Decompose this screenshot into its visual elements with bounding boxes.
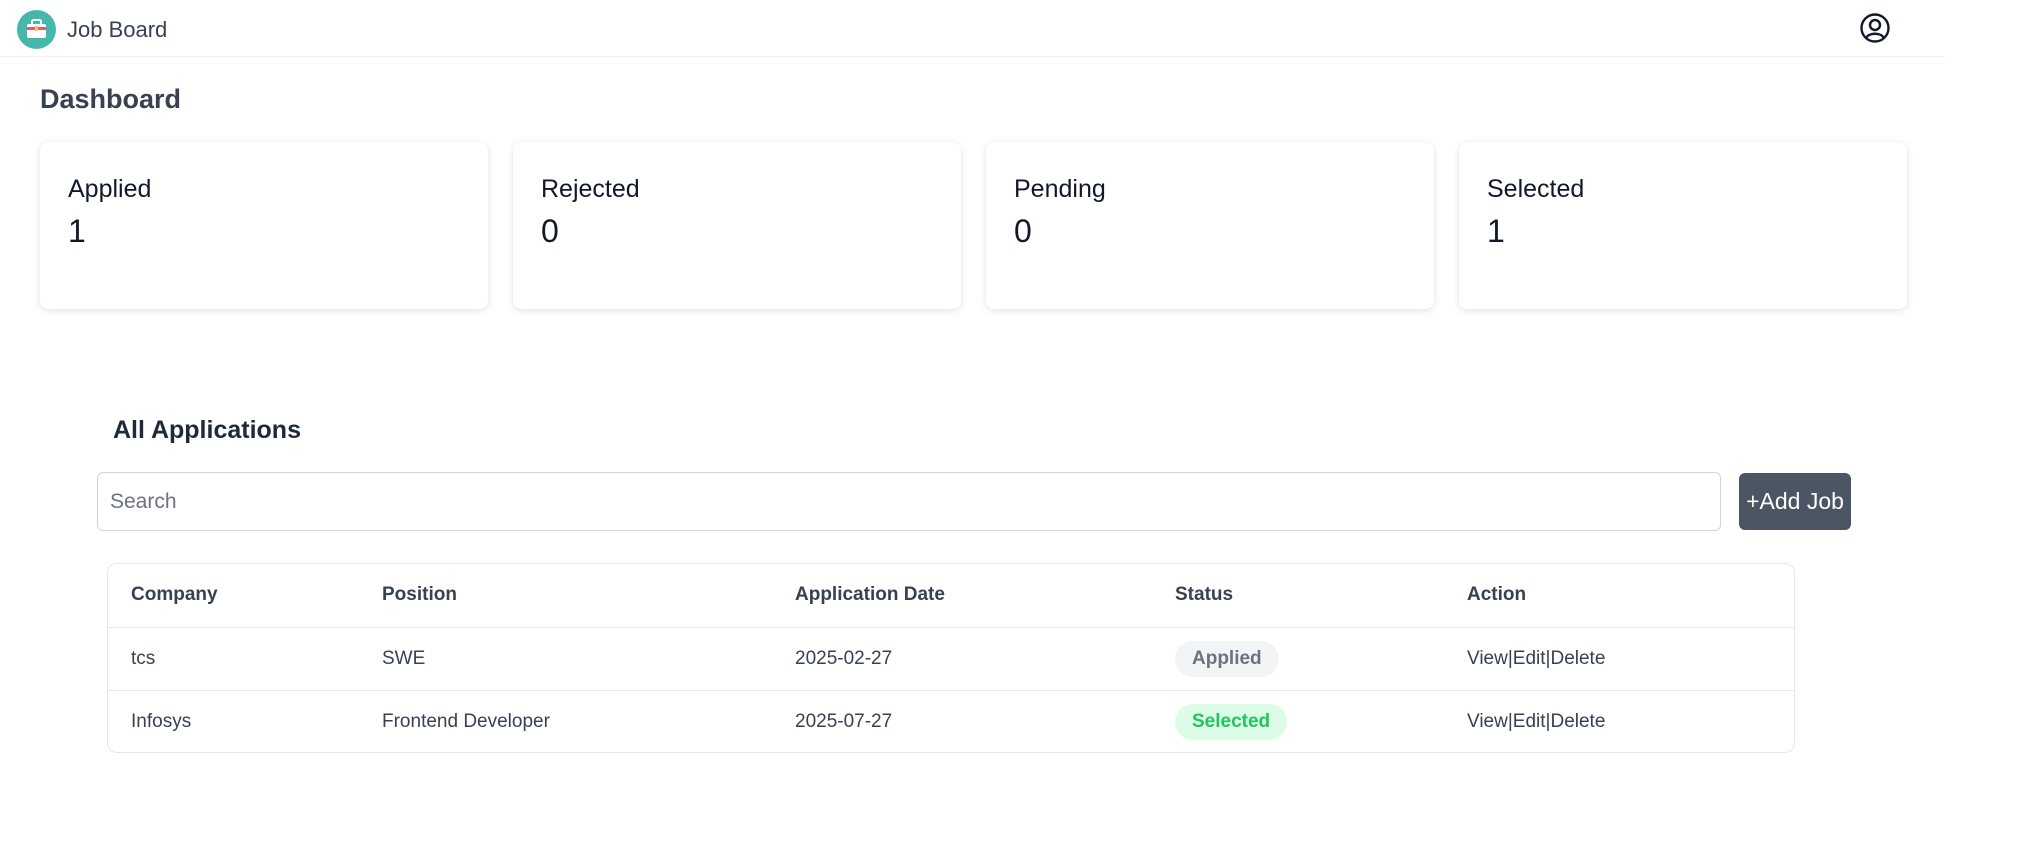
applications-table: Company Position Application Date Status… [107, 563, 1795, 753]
stat-value: 1 [1487, 213, 1505, 249]
stat-card-selected: Selected 1 [1459, 142, 1907, 309]
cell-position: Frontend Developer [382, 710, 550, 732]
cell-company: tcs [131, 647, 156, 669]
cell-date: 2025-07-27 [795, 710, 893, 732]
stat-label: Applied [68, 175, 152, 203]
cell-actions: View|Edit|Delete [1444, 690, 1794, 752]
cell-company: Infosys [131, 710, 192, 732]
column-header-company[interactable]: Company [108, 564, 359, 627]
cell-status: Selected [1152, 690, 1444, 752]
cell-position: SWE [382, 647, 426, 669]
status-badge: Applied [1175, 640, 1279, 677]
search-input[interactable] [97, 472, 1721, 531]
user-circle-icon[interactable] [1859, 12, 1891, 44]
stat-value: 1 [68, 213, 86, 249]
stat-value: 0 [1014, 213, 1032, 249]
status-badge: Selected [1175, 703, 1288, 740]
cell-actions: View|Edit|Delete [1444, 627, 1794, 690]
view-link[interactable]: View [1467, 648, 1508, 669]
column-header-position[interactable]: Position [359, 564, 772, 627]
brand[interactable]: Job Board [17, 10, 167, 49]
column-header-status[interactable]: Status [1152, 564, 1444, 627]
stat-label: Pending [1014, 175, 1106, 203]
cell-status: Applied [1152, 627, 1444, 690]
table-row: Infosys Frontend Developer 2025-07-27 Se… [108, 690, 1794, 752]
stat-label: Selected [1487, 175, 1585, 203]
edit-link[interactable]: Edit [1513, 648, 1546, 669]
delete-link[interactable]: Delete [1550, 648, 1605, 669]
stat-value: 0 [541, 213, 559, 249]
column-header-action: Action [1467, 584, 1527, 606]
table-header-row: Company Position Application Date Status… [108, 564, 1794, 627]
column-header-application-date[interactable]: Application Date [772, 564, 1152, 627]
delete-link[interactable]: Delete [1550, 711, 1605, 732]
section-title: All Applications [113, 416, 301, 444]
top-navbar: Job Board [0, 0, 1945, 57]
stat-label: Rejected [541, 175, 640, 203]
app-name: Job Board [67, 16, 168, 42]
stat-card-applied: Applied 1 [40, 142, 488, 309]
briefcase-icon [17, 10, 56, 49]
page: Job Board Dashboard Applied 1 Rejected 0… [0, 0, 2033, 853]
stat-card-rejected: Rejected 0 [513, 142, 961, 309]
edit-link[interactable]: Edit [1513, 711, 1546, 732]
view-link[interactable]: View [1467, 711, 1508, 732]
stat-card-pending: Pending 0 [986, 142, 1434, 309]
table-row: tcs SWE 2025-02-27 Applied View|Edit|Del… [108, 627, 1794, 690]
cell-date: 2025-02-27 [795, 647, 893, 669]
page-title: Dashboard [40, 84, 182, 114]
add-job-button[interactable]: +Add Job [1739, 473, 1851, 530]
